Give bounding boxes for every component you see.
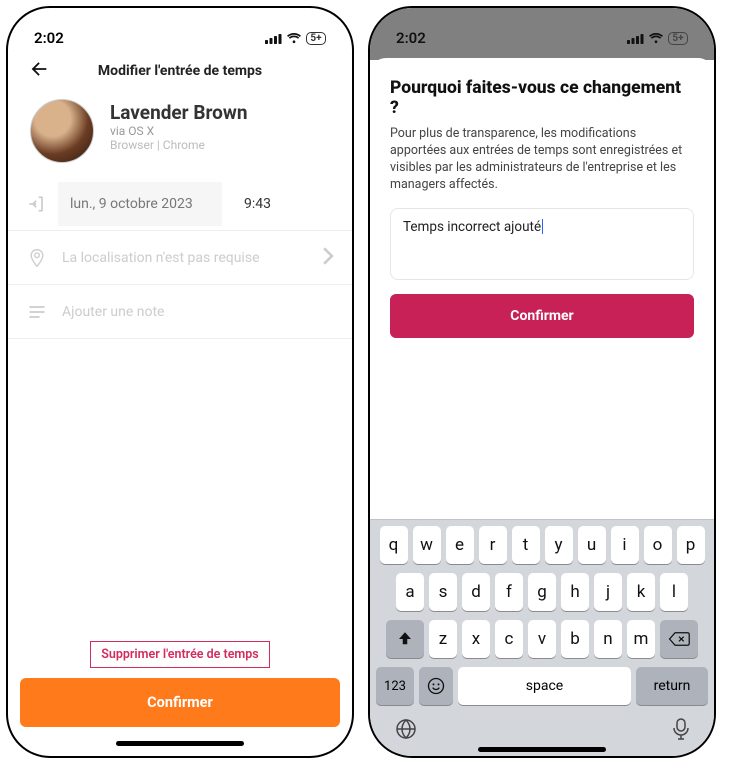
location-placeholder: La localisation n'est pas requise [62,250,308,266]
modal-title: Pourquoi faites-vous ce changement ? [390,78,694,118]
note-row[interactable]: Ajouter une note [8,285,352,339]
status-time: 2:02 [34,29,64,47]
date-display[interactable]: lun., 9 octobre 2023 [58,182,222,226]
text-caret [542,219,543,234]
reason-value: Temps incorrect ajouté [403,219,541,235]
date-time-row: lun., 9 octobre 2023 9:43 [8,177,352,231]
profile-name: Lavender Brown [110,101,247,124]
home-indicator [478,747,606,752]
battery-icon: 5+ [306,32,326,45]
dictation-key[interactable] [672,717,690,745]
key-x[interactable]: x [462,620,490,658]
status-time: 2:02 [396,29,426,47]
modal-description: Pour plus de transparence, les modificat… [390,126,694,194]
key-p[interactable]: p [677,526,705,564]
key-b[interactable]: b [561,620,589,658]
note-icon [26,302,48,322]
phone-left: 2:02 5+ Modifier l'entrée de temps Laven… [6,6,354,758]
key-t[interactable]: t [512,526,540,564]
key-u[interactable]: u [578,526,606,564]
page-title: Modifier l'entrée de temps [98,63,262,79]
key-w[interactable]: w [413,526,441,564]
profile-section: Lavender Brown via OS X Browser | Chrome [8,93,352,177]
status-bar: 2:02 5+ [370,8,714,54]
return-key[interactable]: return [636,667,708,705]
cellular-icon [265,33,282,44]
note-placeholder: Ajouter une note [62,304,334,320]
location-row[interactable]: La localisation n'est pas requise [8,231,352,285]
key-v[interactable]: v [528,620,556,658]
key-k[interactable]: k [627,573,655,611]
status-bar: 2:02 5+ [8,8,352,54]
profile-browser: Browser | Chrome [110,138,247,152]
delete-entry-button[interactable]: Supprimer l'entrée de temps [90,641,270,668]
key-f[interactable]: f [495,573,523,611]
space-key[interactable]: space [458,667,631,705]
globe-key[interactable] [394,717,418,745]
key-d[interactable]: d [462,573,490,611]
profile-platform: via OS X [110,124,247,138]
key-l[interactable]: l [660,573,688,611]
key-m[interactable]: m [627,620,655,658]
cellular-icon [627,33,644,44]
reason-modal: Pourquoi faites-vous ce changement ? Pou… [370,58,714,344]
key-r[interactable]: r [479,526,507,564]
confirm-button[interactable]: Confirmer [20,678,340,727]
key-a[interactable]: a [396,573,424,611]
key-g[interactable]: g [528,573,556,611]
key-e[interactable]: e [446,526,474,564]
key-y[interactable]: y [545,526,573,564]
key-c[interactable]: c [495,620,523,658]
key-o[interactable]: o [644,526,672,564]
back-button[interactable] [24,54,54,84]
phone-right: 2:02 5+ Pourquoi faites-vous ce changeme… [368,6,716,758]
ios-keyboard: qwertyuiop asdfghjkl zxcvbnm 123 space r… [370,519,714,756]
avatar [30,99,94,163]
key-j[interactable]: j [594,573,622,611]
status-indicators: 5+ [627,32,688,45]
reason-input[interactable]: Temps incorrect ajouté [390,208,694,280]
keyboard-mode-key[interactable]: 123 [376,667,414,705]
emoji-key[interactable] [419,667,453,705]
wifi-icon [286,33,302,44]
home-indicator [116,741,244,746]
confirm-button[interactable]: Confirmer [390,294,694,338]
key-q[interactable]: q [380,526,408,564]
clock-in-icon [26,194,48,214]
wifi-icon [648,33,664,44]
key-s[interactable]: s [429,573,457,611]
screen-header: Modifier l'entrée de temps [8,54,352,93]
status-indicators: 5+ [265,32,326,45]
chevron-right-icon [322,247,334,269]
shift-key[interactable] [386,620,424,658]
backspace-key[interactable] [660,620,698,658]
battery-icon: 5+ [668,32,688,45]
key-i[interactable]: i [611,526,639,564]
key-n[interactable]: n [594,620,622,658]
key-z[interactable]: z [429,620,457,658]
time-display[interactable]: 9:43 [232,182,352,226]
location-pin-icon [26,248,48,268]
key-h[interactable]: h [561,573,589,611]
